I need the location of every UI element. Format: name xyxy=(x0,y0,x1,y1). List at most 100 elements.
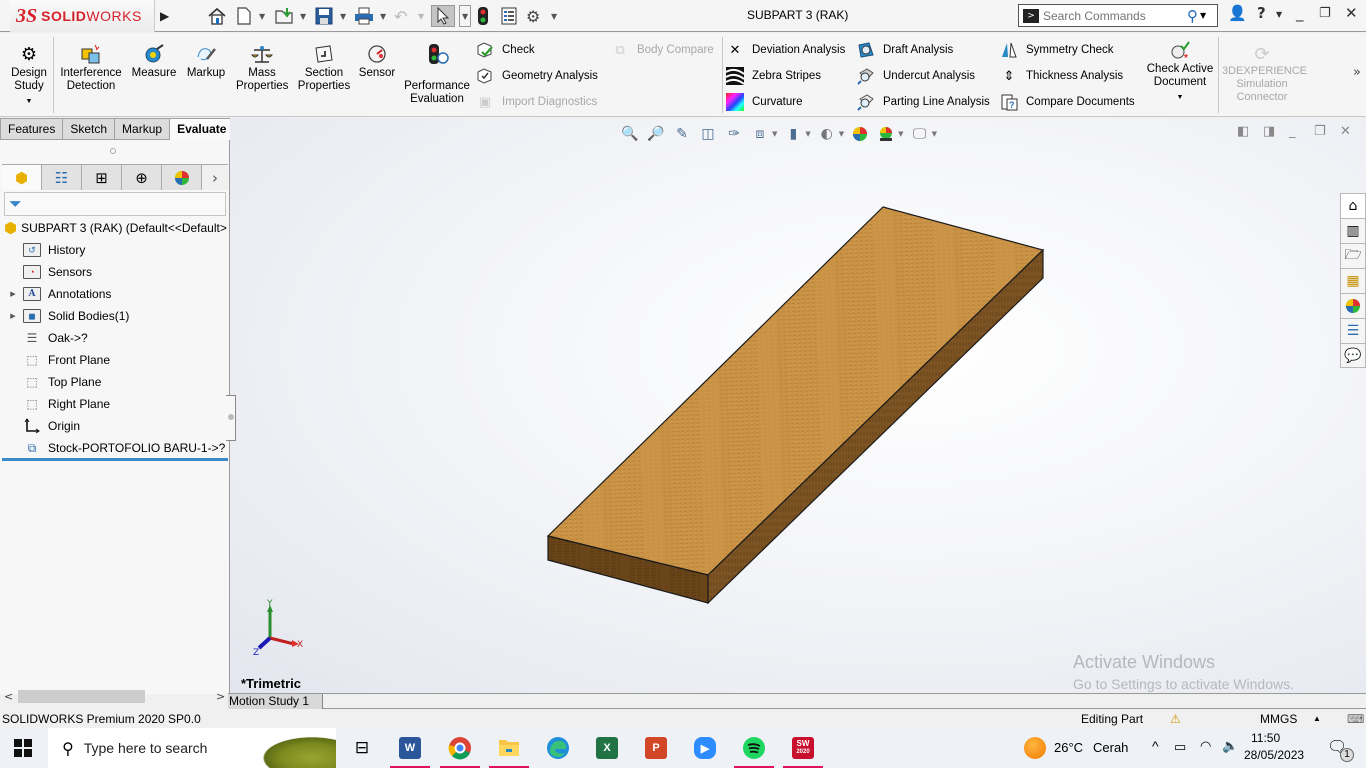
check-active-document-button[interactable]: * Check Active Document ▼ xyxy=(1144,39,1216,104)
volume-icon[interactable]: 🔈 xyxy=(1222,738,1238,754)
body-compare-button[interactable]: ⧉ Body Compare xyxy=(611,40,713,60)
tree-item-material[interactable]: ☰ Oak->? xyxy=(0,327,228,349)
graphics-area[interactable] xyxy=(230,118,1366,694)
save-button[interactable] xyxy=(314,5,334,27)
draft-analysis-button[interactable]: Draft Analysis xyxy=(857,40,953,60)
feature-tree-horizontal-scrollbar[interactable]: < > xyxy=(0,688,230,704)
check-button[interactable]: Check xyxy=(476,40,535,60)
model-canvas[interactable] xyxy=(230,118,1366,694)
open-dropdown-icon[interactable]: ▼ xyxy=(300,5,306,27)
taskbar-zoom[interactable]: ▶ xyxy=(691,734,719,762)
tree-item-annotations[interactable]: ▶ A Annotations xyxy=(0,283,228,305)
file-explorer-tab[interactable]: 🗁 xyxy=(1340,243,1366,268)
new-document-button[interactable] xyxy=(236,5,252,27)
hide-show-items-icon[interactable]: ◐ xyxy=(817,125,837,143)
print-button[interactable] xyxy=(353,5,375,27)
tree-item-sensors[interactable]: ◔ Sensors xyxy=(0,261,228,283)
viewport-close-button[interactable]: ✕ xyxy=(1340,124,1351,139)
taskbar-file-explorer[interactable] xyxy=(489,734,529,768)
select-button[interactable] xyxy=(431,5,455,27)
scroll-left-arrow-icon[interactable]: < xyxy=(4,690,13,703)
edit-appearance-icon[interactable] xyxy=(850,125,870,143)
options-button[interactable]: ⚙ xyxy=(526,5,540,27)
rollback-bar[interactable] xyxy=(2,458,228,461)
rebuild-warning-icon[interactable]: ⚠ xyxy=(1170,712,1181,726)
weather-description[interactable]: Cerah xyxy=(1093,740,1128,755)
weather-temperature[interactable]: 26°C xyxy=(1054,740,1083,755)
home-button[interactable] xyxy=(207,5,227,27)
design-library-tab[interactable]: ▥ xyxy=(1340,218,1366,243)
battery-charging-icon[interactable]: ▭ xyxy=(1174,739,1186,755)
interference-detection-button[interactable]: Interference Detection xyxy=(58,41,124,93)
appearances-tab[interactable] xyxy=(1340,293,1366,318)
solidworks-logo[interactable]: 3S SOLIDWORKS xyxy=(10,0,155,32)
wifi-icon[interactable]: ◠ xyxy=(1200,738,1211,754)
hide-show-dropdown-icon[interactable]: ▼ xyxy=(839,130,844,138)
select-dropdown-icon[interactable]: ▼ xyxy=(459,5,472,27)
display-style-dropdown-icon[interactable]: ▼ xyxy=(805,130,810,138)
search-icon[interactable]: ⚲ xyxy=(1187,7,1198,25)
options-dropdown-icon[interactable]: ▼ xyxy=(551,5,557,27)
clock-date[interactable]: 28/05/2023 xyxy=(1244,748,1304,762)
custom-properties-tab[interactable]: ☰ xyxy=(1340,318,1366,343)
undo-dropdown-icon[interactable]: ▼ xyxy=(418,5,424,27)
taskbar-chrome[interactable] xyxy=(440,734,480,768)
viewport-restore-button[interactable]: ❐ xyxy=(1314,124,1326,139)
show-hidden-icons-chevron-icon[interactable]: ^ xyxy=(1152,738,1159,754)
tree-item-history[interactable]: ↺ History xyxy=(0,239,228,261)
tab-evaluate[interactable]: Evaluate xyxy=(170,118,235,140)
deviation-analysis-button[interactable]: ✕ Deviation Analysis xyxy=(726,40,846,60)
solidworks-resources-tab[interactable]: ⌂ xyxy=(1340,193,1366,218)
expand-arrow-icon[interactable]: ▶ xyxy=(0,312,22,320)
apply-scene-dropdown-icon[interactable]: ▼ xyxy=(898,130,903,138)
configuration-manager-tab[interactable]: ⊞ xyxy=(82,165,122,190)
thickness-analysis-button[interactable]: ⇕ Thickness Analysis xyxy=(1000,66,1124,86)
tree-item-right-plane[interactable]: ⬚ Right Plane xyxy=(0,393,228,415)
symmetry-check-button[interactable]: Symmetry Check xyxy=(1000,40,1114,60)
restore-button[interactable]: ❐ xyxy=(1319,6,1331,21)
apply-scene-icon[interactable] xyxy=(876,125,896,143)
previous-view-icon[interactable]: ✎ xyxy=(672,125,692,143)
scroll-right-arrow-icon[interactable]: > xyxy=(216,690,225,703)
dimxpert-manager-tab[interactable]: ⊕ xyxy=(122,165,162,190)
search-commands-input[interactable] xyxy=(1043,8,1183,23)
panel-split-handle[interactable] xyxy=(226,395,236,441)
new-dropdown-icon[interactable]: ▼ xyxy=(259,5,265,27)
feature-tree-filter[interactable]: ⏷ xyxy=(4,192,226,216)
zoom-to-fit-icon[interactable]: 🔍 xyxy=(620,125,640,143)
tree-item-solid-bodies[interactable]: ▶ ◼ Solid Bodies(1) xyxy=(0,305,228,327)
units-selector[interactable]: MMGS xyxy=(1260,712,1297,726)
design-study-dropdown-icon[interactable]: ▼ xyxy=(8,95,50,108)
viewport-tile-right-icon[interactable]: ◨ xyxy=(1263,124,1275,139)
tab-motion-study-1[interactable]: Motion Study 1 xyxy=(228,694,323,709)
check-active-dropdown-icon[interactable]: ▼ xyxy=(1144,91,1216,104)
units-arrow-icon[interactable]: ▲ xyxy=(1313,714,1321,723)
undercut-analysis-button[interactable]: Undercut Analysis xyxy=(857,66,975,86)
design-study-button[interactable]: ⚙ Design Study ▼ xyxy=(8,41,50,108)
zebra-stripes-button[interactable]: Zebra Stripes xyxy=(726,66,821,86)
view-orientation-dropdown-icon[interactable]: ▼ xyxy=(772,130,777,138)
display-manager-tab[interactable] xyxy=(162,165,202,190)
expand-arrow-icon[interactable]: ▶ xyxy=(0,290,22,298)
rebuild-button[interactable] xyxy=(476,5,490,27)
display-style-icon[interactable]: ▮ xyxy=(783,125,803,143)
panel-grip[interactable] xyxy=(110,148,116,154)
view-settings-icon[interactable]: 🖵 xyxy=(910,125,930,143)
ribbon-more-button[interactable]: » xyxy=(1353,65,1361,80)
taskbar-excel[interactable]: X xyxy=(593,734,621,762)
search-dropdown-icon[interactable]: ▼ xyxy=(1200,11,1206,20)
help-dropdown-icon[interactable]: ▼ xyxy=(1276,10,1282,19)
clock-time[interactable]: 11:50 xyxy=(1251,731,1280,745)
minimize-button[interactable]: _ xyxy=(1296,4,1304,22)
save-dropdown-icon[interactable]: ▼ xyxy=(340,5,346,27)
view-orientation-icon[interactable]: ⧈ xyxy=(750,125,770,143)
print-dropdown-icon[interactable]: ▼ xyxy=(380,5,386,27)
feature-manager-tab[interactable]: ⬢ xyxy=(2,165,42,190)
task-view-icon[interactable]: ⊟ xyxy=(348,734,376,762)
taskbar-edge[interactable] xyxy=(544,734,572,762)
section-properties-button[interactable]: Section Properties xyxy=(296,41,352,93)
viewport-tile-left-icon[interactable]: ◧ xyxy=(1237,124,1249,139)
zoom-to-area-icon[interactable]: 🔎 xyxy=(646,125,666,143)
scrollbar-thumb[interactable] xyxy=(18,690,145,703)
customize-status-bar-icon[interactable]: ⌨ xyxy=(1347,712,1364,726)
